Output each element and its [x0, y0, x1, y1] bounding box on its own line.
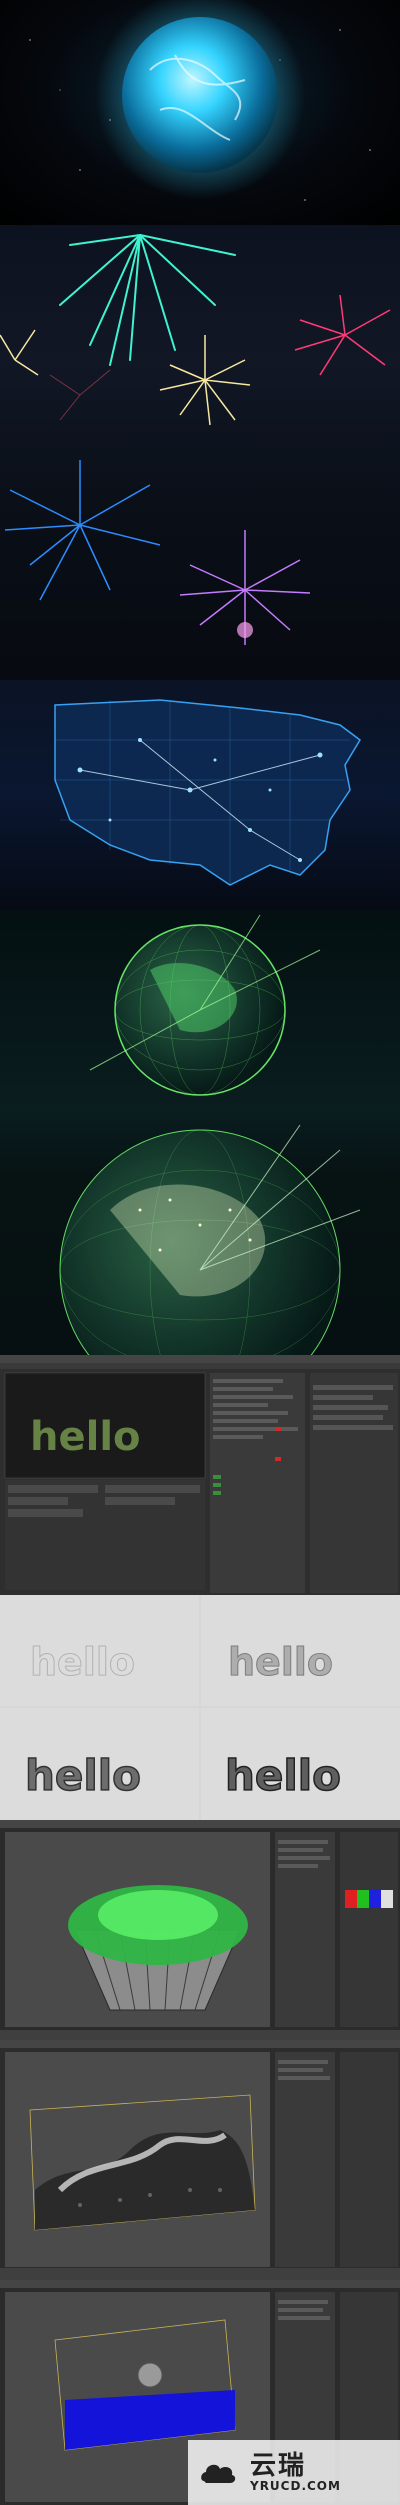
earth-globes-panel [0, 910, 400, 1355]
usa-network-map-graphic [54, 699, 361, 886]
cyan-firework [59, 234, 236, 366]
c4d-hello-scene-panel: hello [0, 1355, 400, 1595]
fireworks-panel [0, 225, 400, 680]
yrucd-watermark: 云瑞 YRUCD.COM [188, 2440, 400, 2505]
usa-map-panel [0, 680, 400, 910]
earth-globe-top [89, 914, 321, 1096]
c4d-cupcake-scene-panel [0, 1820, 400, 2040]
red-firework [294, 294, 391, 376]
earth-globes-graphic [59, 914, 361, 1355]
fireworks-graphic [0, 234, 391, 645]
watermark-chinese: 云瑞 [250, 2450, 307, 2481]
blue-firework [4, 460, 161, 601]
hello-frames-grid: hello hello hello hello [0, 1595, 400, 1820]
hello-frame-1: hello [30, 1640, 135, 1684]
hello-frame-3: hello [25, 1751, 141, 1800]
c4d-cupcake-window [0, 1820, 400, 2040]
hello-frame-2: hello [228, 1640, 333, 1684]
c4d-terrain-scene-panel [0, 2040, 400, 2280]
c4d-terrain-window [0, 2040, 400, 2280]
watermark-domain: YRUCD.COM [250, 2479, 341, 2494]
cloud-logo-icon [201, 2464, 236, 2483]
hello-render-sequence-panel: hello hello hello hello [0, 1595, 400, 1820]
earth-globe-bottom [59, 1124, 361, 1355]
plasma-sphere-graphic [29, 0, 371, 201]
plasma-sphere-panel [0, 0, 400, 225]
hello-frame-4: hello [225, 1751, 341, 1800]
c4d-window: hello [0, 1355, 400, 1593]
gold-firework [0, 329, 251, 426]
hello-viewport-text: hello [30, 1414, 141, 1460]
